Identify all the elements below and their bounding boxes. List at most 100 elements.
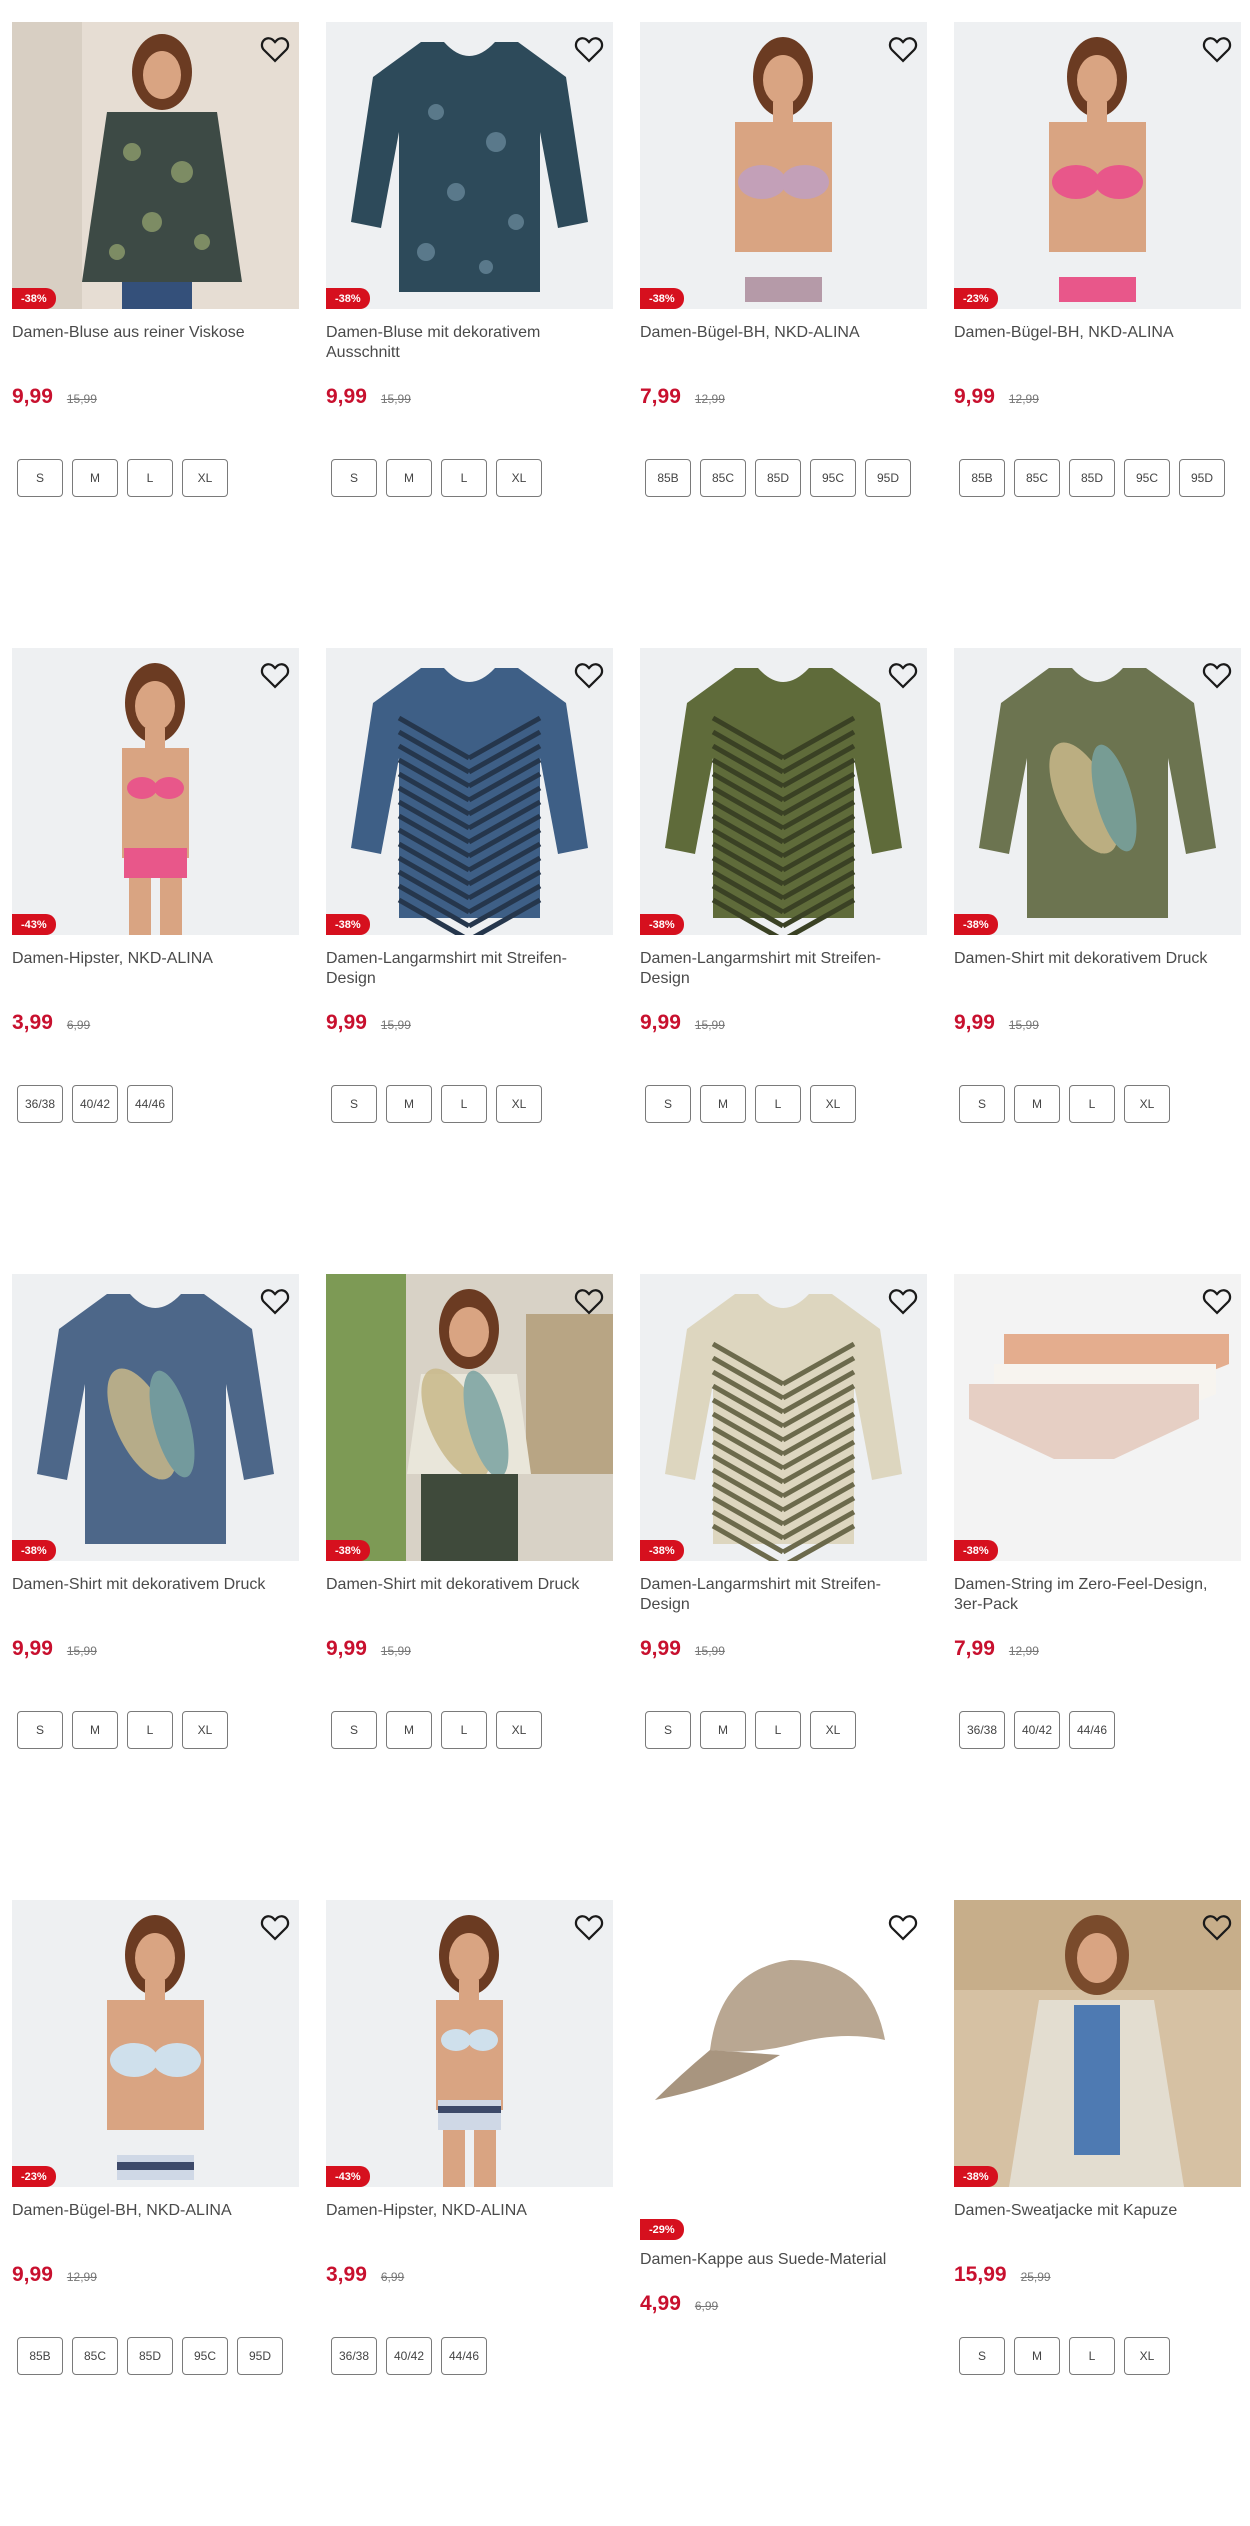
size-option[interactable]: 36/38 — [959, 1711, 1005, 1749]
size-option[interactable]: 85D — [1069, 459, 1115, 497]
size-option[interactable]: S — [645, 1085, 691, 1123]
size-option[interactable]: 85B — [959, 459, 1005, 497]
size-option[interactable]: 85B — [645, 459, 691, 497]
size-option[interactable]: XL — [1124, 2337, 1170, 2375]
product-title[interactable]: Damen-Langarmshirt mit Streifen-Design — [326, 949, 606, 989]
product-photo[interactable]: * — [326, 1274, 613, 1561]
product-card-14[interactable]: -43% Damen-Hipster, NKD-ALINA 3,99 6,99 … — [326, 1900, 613, 2526]
wishlist-heart-icon[interactable] — [574, 660, 604, 690]
size-option[interactable]: S — [331, 1085, 377, 1123]
size-option[interactable]: 95D — [237, 2337, 283, 2375]
product-title[interactable]: Damen-Bügel-BH, NKD-ALINA — [640, 323, 920, 363]
product-card-4[interactable]: -23% Damen-Bügel-BH, NKD-ALINA 9,99 12,9… — [954, 22, 1241, 648]
product-photo[interactable] — [640, 1900, 927, 2187]
size-option[interactable]: 95D — [865, 459, 911, 497]
product-photo[interactable] — [640, 1274, 927, 1561]
size-option[interactable]: XL — [810, 1711, 856, 1749]
size-option[interactable]: M — [72, 459, 118, 497]
size-option[interactable]: 36/38 — [17, 1085, 63, 1123]
product-title[interactable]: Damen-Langarmshirt mit Streifen-Design — [640, 949, 920, 989]
size-option[interactable]: 95C — [1124, 459, 1170, 497]
product-photo[interactable] — [640, 648, 927, 935]
size-option[interactable]: L — [127, 459, 173, 497]
product-title[interactable]: Damen-Langarmshirt mit Streifen-Design — [640, 1575, 920, 1615]
product-title[interactable]: Damen-Shirt mit dekorativem Druck — [12, 1575, 292, 1615]
product-card-6[interactable]: -38% Damen-Langarmshirt mit Streifen-Des… — [326, 648, 613, 1274]
wishlist-heart-icon[interactable] — [260, 1286, 290, 1316]
product-card-12[interactable]: -38% Damen-String im Zero-Feel-Design, 3… — [954, 1274, 1241, 1900]
size-option[interactable]: M — [700, 1085, 746, 1123]
size-option[interactable]: L — [441, 1711, 487, 1749]
size-option[interactable]: 85C — [72, 2337, 118, 2375]
product-title[interactable]: Damen-Bügel-BH, NKD-ALINA — [954, 323, 1234, 363]
product-card-16[interactable]: -38% Damen-Sweatjacke mit Kapuze 15,99 2… — [954, 1900, 1241, 2526]
size-option[interactable]: M — [700, 1711, 746, 1749]
product-image[interactable] — [640, 1900, 927, 2187]
size-option[interactable]: L — [127, 1711, 173, 1749]
wishlist-heart-icon[interactable] — [260, 660, 290, 690]
size-option[interactable]: M — [1014, 1085, 1060, 1123]
size-option[interactable]: S — [17, 1711, 63, 1749]
product-title[interactable]: Damen-Hipster, NKD-ALINA — [326, 2201, 606, 2241]
product-photo[interactable]: * — [954, 648, 1241, 935]
product-image[interactable]: -38% — [326, 22, 613, 309]
size-option[interactable]: S — [331, 1711, 377, 1749]
size-option[interactable]: XL — [496, 1711, 542, 1749]
product-title[interactable]: Damen-Kappe aus Suede-Material — [640, 2250, 920, 2270]
product-photo[interactable] — [12, 648, 299, 935]
size-option[interactable]: M — [386, 459, 432, 497]
size-option[interactable]: L — [755, 1085, 801, 1123]
size-option[interactable]: L — [441, 459, 487, 497]
wishlist-heart-icon[interactable] — [1202, 660, 1232, 690]
size-option[interactable]: XL — [496, 1085, 542, 1123]
product-card-9[interactable]: * -38% Damen-Shirt mit dekorativem Druck… — [12, 1274, 299, 1900]
size-option[interactable]: 44/46 — [1069, 1711, 1115, 1749]
product-photo[interactable]: * — [12, 1274, 299, 1561]
size-option[interactable]: XL — [182, 459, 228, 497]
wishlist-heart-icon[interactable] — [574, 1912, 604, 1942]
size-option[interactable]: XL — [496, 459, 542, 497]
wishlist-heart-icon[interactable] — [888, 1912, 918, 1942]
size-option[interactable]: L — [1069, 1085, 1115, 1123]
size-option[interactable]: M — [386, 1711, 432, 1749]
product-card-13[interactable]: -23% Damen-Bügel-BH, NKD-ALINA 9,99 12,9… — [12, 1900, 299, 2526]
product-card-1[interactable]: -38% Damen-Bluse aus reiner Viskose 9,99… — [12, 22, 299, 648]
size-option[interactable]: XL — [182, 1711, 228, 1749]
size-option[interactable]: L — [441, 1085, 487, 1123]
product-title[interactable]: Damen-Sweatjacke mit Kapuze — [954, 2201, 1234, 2241]
size-option[interactable]: S — [331, 459, 377, 497]
product-photo[interactable] — [326, 1900, 613, 2187]
product-photo[interactable] — [640, 22, 927, 309]
size-option[interactable]: M — [72, 1711, 118, 1749]
product-image[interactable]: * -38% — [326, 1274, 613, 1561]
size-option[interactable]: 95C — [182, 2337, 228, 2375]
wishlist-heart-icon[interactable] — [888, 660, 918, 690]
size-option[interactable]: XL — [1124, 1085, 1170, 1123]
product-title[interactable]: Damen-Shirt mit dekorativem Druck — [954, 949, 1234, 989]
wishlist-heart-icon[interactable] — [574, 1286, 604, 1316]
product-card-8[interactable]: * -38% Damen-Shirt mit dekorativem Druck… — [954, 648, 1241, 1274]
product-image[interactable]: -38% — [640, 648, 927, 935]
size-option[interactable]: XL — [810, 1085, 856, 1123]
size-option[interactable]: L — [755, 1711, 801, 1749]
size-option[interactable]: S — [645, 1711, 691, 1749]
product-image[interactable]: -38% — [326, 648, 613, 935]
product-photo[interactable] — [954, 22, 1241, 309]
size-option[interactable]: 95C — [810, 459, 856, 497]
product-photo[interactable] — [954, 1274, 1241, 1561]
size-option[interactable]: M — [1014, 2337, 1060, 2375]
size-option[interactable]: 85B — [17, 2337, 63, 2375]
product-photo[interactable] — [326, 648, 613, 935]
size-option[interactable]: 95D — [1179, 459, 1225, 497]
wishlist-heart-icon[interactable] — [888, 1286, 918, 1316]
product-card-7[interactable]: -38% Damen-Langarmshirt mit Streifen-Des… — [640, 648, 927, 1274]
product-image[interactable]: -23% — [954, 22, 1241, 309]
product-photo[interactable] — [326, 22, 613, 309]
product-title[interactable]: Damen-Bluse mit dekorativem Ausschnitt — [326, 323, 606, 363]
product-image[interactable]: -38% — [954, 1274, 1241, 1561]
product-image[interactable]: -23% — [12, 1900, 299, 2187]
product-title[interactable]: Damen-Shirt mit dekorativem Druck — [326, 1575, 606, 1615]
size-option[interactable]: 85D — [127, 2337, 173, 2375]
size-option[interactable]: S — [17, 459, 63, 497]
size-option[interactable]: 40/42 — [1014, 1711, 1060, 1749]
